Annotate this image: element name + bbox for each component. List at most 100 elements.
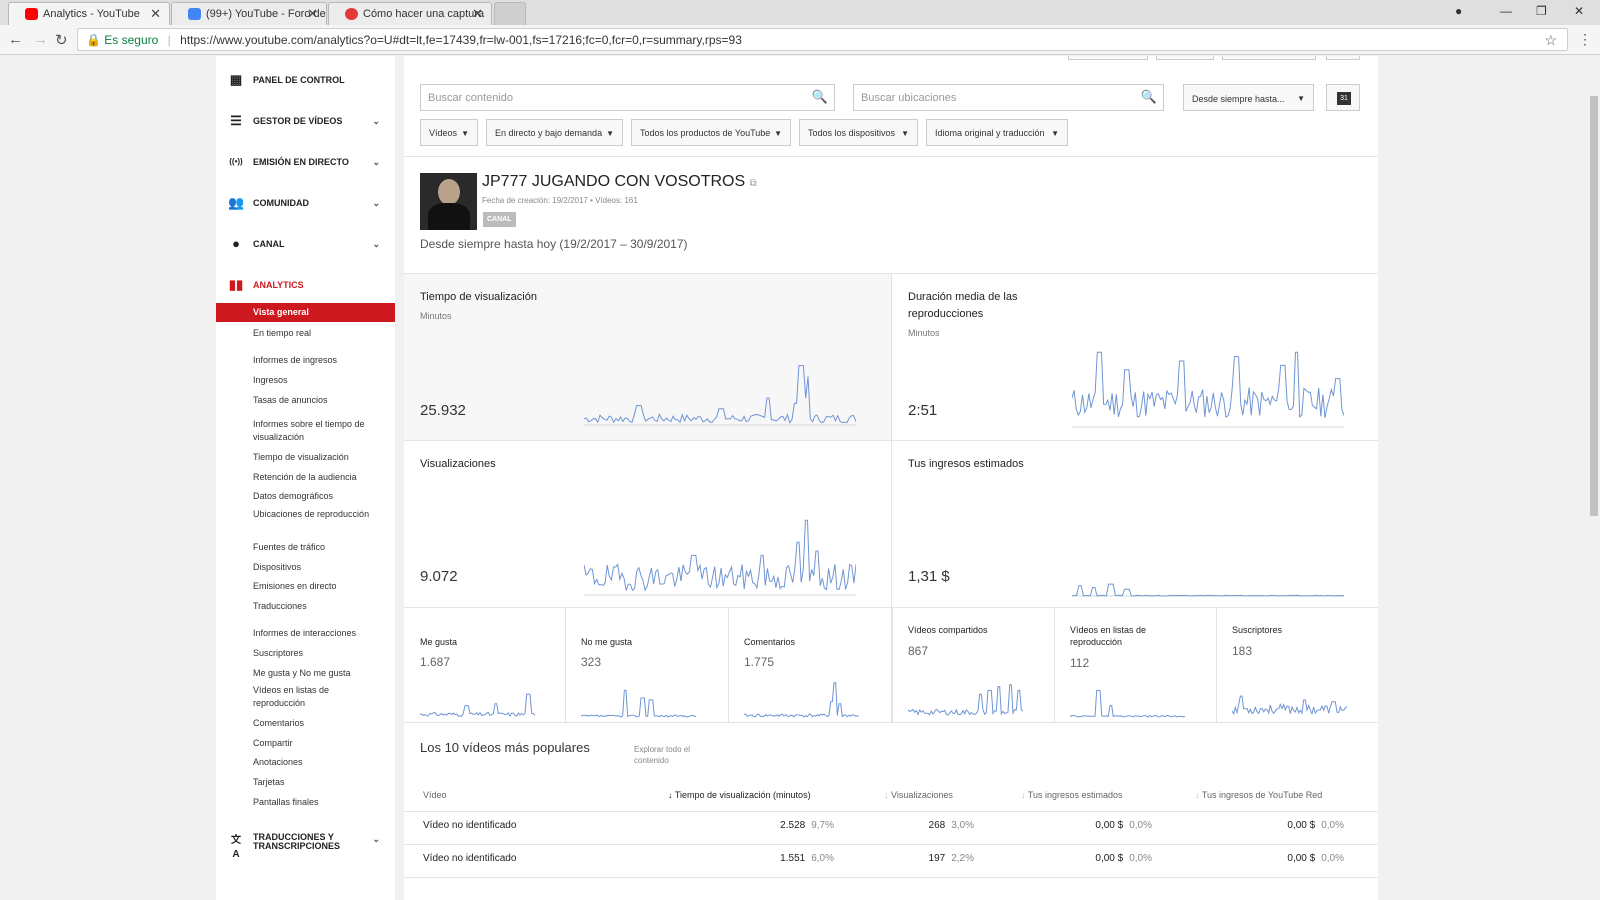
sort-down-icon: ↓ [1021,790,1026,800]
col-red-revenue[interactable]: ↓ Tus ingresos de YouTube Red [1195,790,1322,800]
cell-value: 2.528 [780,820,806,831]
profile-icon[interactable]: ● [1455,4,1462,18]
close-icon[interactable]: ✕ [307,6,318,22]
sidebar-item-9[interactable]: Ubicaciones de reproducción [216,508,376,521]
chevron-down-icon[interactable]: ⌄ [372,152,380,172]
toolbar-button[interactable] [1068,56,1148,60]
window-close-icon[interactable]: ✕ [1574,4,1584,18]
sidebar-item-8[interactable]: Datos demográficos [216,490,376,503]
tab-analytics[interactable]: Analytics - YouTube ✕ [8,2,170,25]
analytics-icon: ▮▮ [228,277,244,292]
sidebar-item-22[interactable]: Pantallas finales [216,796,376,809]
col-watch-time[interactable]: ↓ Tiempo de visualización (minutos) [668,790,811,800]
caret-down-icon: ▼ [461,129,469,138]
filter-language[interactable]: Idioma original y traducción ▼ [926,119,1068,146]
close-icon[interactable]: ✕ [472,6,483,22]
panel-revenue[interactable]: Tus ingresos estimados 1,31 $ [892,441,1378,607]
external-link-icon[interactable]: ⧉ [750,178,757,189]
sidebar-section-4[interactable]: ● CANAL ⌄ [216,234,395,254]
panel-watch-time[interactable]: Tiempo de visualización Minutos 25.932 [404,274,891,440]
search-icon[interactable]: 🔍 [1141,89,1157,105]
sidebar-item-20[interactable]: Anotaciones [216,756,376,769]
explore-link[interactable]: Explorar todo el contenido [634,744,714,766]
panel-views[interactable]: Visualizaciones 9.072 [404,441,891,607]
video-title[interactable]: Vídeo no identificado [423,820,516,831]
sidebar-item-0[interactable]: Vista general [216,303,395,322]
metric-tile-1[interactable]: No me gusta 323 [565,608,727,722]
sidebar-item-10[interactable]: Fuentes de tráfico [216,541,376,554]
toolbar-button[interactable] [1156,56,1214,60]
calendar-button[interactable]: 31 [1326,84,1360,111]
sidebar-item-16[interactable]: Me gusta y No me gusta [216,667,376,680]
sidebar-item-2[interactable]: Informes de ingresos [216,354,376,367]
sidebar-item-1[interactable]: En tiempo real [216,327,376,340]
sidebar-item-21[interactable]: Tarjetas [216,776,376,789]
col-views[interactable]: ↓ Visualizaciones [884,790,953,800]
menu-icon[interactable]: ⋮ [1578,31,1592,48]
chevron-down-icon[interactable]: ⌄ [372,234,380,254]
sidebar-item-14[interactable]: Informes de interacciones [216,627,376,640]
chevron-down-icon[interactable]: ⌄ [372,193,380,213]
bookmark-star-icon[interactable]: ☆ [1544,32,1557,49]
sidebar-section-0[interactable]: ▦ PANEL DE CONTROL [216,70,395,90]
video-manager-icon: ☰ [230,113,242,128]
sidebar-section-1[interactable]: ☰ GESTOR DE VÍDEOS ⌄ [216,111,395,131]
close-icon[interactable]: ✕ [150,6,161,22]
channel-avatar[interactable] [420,173,477,230]
sidebar-item-18[interactable]: Comentarios [216,717,376,730]
minimize-icon[interactable]: — [1500,4,1512,18]
url-field[interactable]: 🔒 Es seguro | https://www.youtube.com/an… [77,28,1568,51]
sidebar-item-4[interactable]: Tasas de anuncios [216,394,376,407]
scrollbar-thumb[interactable] [1590,96,1598,516]
tab-help[interactable]: Cómo hacer una captura ✕ [328,2,492,25]
panel-avg-duration[interactable]: Duración media de las reproducciones Min… [892,274,1378,440]
sidebar-item-7[interactable]: Retención de la audiencia [216,471,376,484]
filter-live[interactable]: En directo y bajo demanda ▼ [486,119,623,146]
filter-products[interactable]: Todos los productos de YouTube ▼ [631,119,791,146]
toolbar-button[interactable] [1326,56,1360,60]
filter-devices[interactable]: Todos los dispositivos ▼ [799,119,918,146]
watch-time-cell: 1.551 6,0% [774,853,834,864]
sidebar-item-3[interactable]: Ingresos [216,374,376,387]
forward-icon[interactable]: → [33,31,48,48]
date-range-dropdown[interactable]: Desde siempre hasta... ▼ [1183,84,1314,111]
video-title[interactable]: Vídeo no identificado [423,853,516,864]
filter-label: Todos los dispositivos [808,128,896,138]
sidebar-section-5[interactable]: ▮▮ ANALYTICS [216,275,395,295]
search-content-input[interactable]: Buscar contenido 🔍 [420,84,835,111]
cell-pct: 0,0% [1321,853,1344,864]
metric-tile-3[interactable]: Vídeos compartidos 867 [892,608,1053,722]
search-locations-input[interactable]: Buscar ubicaciones 🔍 [853,84,1164,111]
metric-tile-0[interactable]: Me gusta 1.687 [404,608,565,722]
reload-icon[interactable]: ↻ [55,31,68,49]
chevron-down-icon[interactable]: ⌄ [372,835,380,844]
scrollbar[interactable] [1588,56,1600,900]
col-revenue[interactable]: ↓ Tus ingresos estimados [1021,790,1123,800]
metric-tile-5[interactable]: Suscriptores 183 [1216,608,1378,722]
sidebar-item-11[interactable]: Dispositivos [216,561,376,574]
tab-forum[interactable]: (99+) YouTube - Foro de ✕ [171,2,327,25]
channel-name[interactable]: JP777 JUGANDO CON VOSOTROS ⧉ [482,173,757,191]
sidebar-item-15[interactable]: Suscriptores [216,647,376,660]
sidebar-section-label: COMUNIDAD [253,198,309,208]
sidebar-item-5[interactable]: Informes sobre el tiempo de visualizació… [216,418,376,444]
filter-videos[interactable]: Vídeos ▼ [420,119,478,146]
sidebar-section-translations[interactable]: 文A TRADUCCIONES Y TRANSCRIPCIONES ⌄ [216,831,395,861]
back-icon[interactable]: ← [8,31,23,48]
sidebar-section-3[interactable]: 👥 COMUNIDAD ⌄ [216,193,395,213]
sidebar-item-12[interactable]: Emisiones en directo [216,580,376,593]
new-tab-button[interactable] [494,2,526,25]
filter-label: En directo y bajo demanda [495,128,603,138]
sidebar-item-13[interactable]: Traducciones [216,600,376,613]
divider [1216,608,1217,722]
search-icon[interactable]: 🔍 [812,89,828,105]
sidebar-item-19[interactable]: Compartir [216,737,376,750]
sidebar-item-6[interactable]: Tiempo de visualización [216,451,376,464]
sidebar-item-17[interactable]: Vídeos en listas de reproducción [216,684,376,710]
metric-tile-4[interactable]: Vídeos en listas de reproducción 112 [1054,608,1215,722]
metric-tile-2[interactable]: Comentarios 1.775 [728,608,891,722]
chevron-down-icon[interactable]: ⌄ [372,111,380,131]
maximize-icon[interactable]: ❐ [1536,4,1547,18]
sidebar-section-2[interactable]: ((•)) EMISIÓN EN DIRECTO ⌄ [216,152,395,172]
toolbar-button[interactable] [1222,56,1316,60]
